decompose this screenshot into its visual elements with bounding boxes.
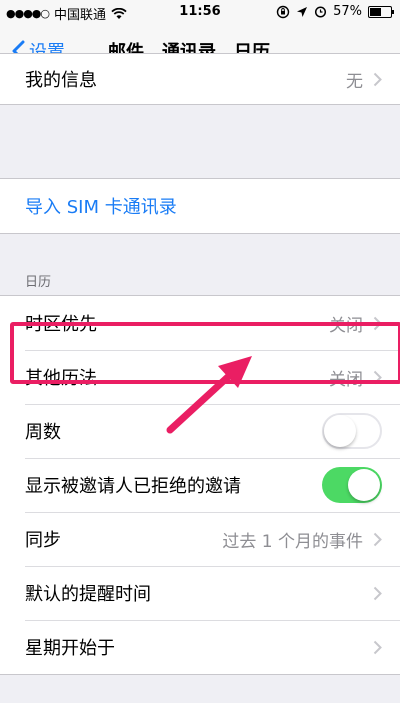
row-my-info[interactable]: 我的信息 无	[0, 54, 400, 104]
show-declined-toggle[interactable]	[322, 467, 382, 503]
row-value: 关闭	[329, 369, 363, 390]
row-label: 显示被邀请人已拒绝的邀请	[25, 476, 241, 497]
status-right: 57%	[276, 4, 394, 19]
chevron-right-icon	[373, 370, 382, 384]
row-show-declined: 显示被邀请人已拒绝的邀请	[0, 458, 400, 512]
chevron-right-icon	[373, 316, 382, 330]
chevron-right-icon	[373, 532, 382, 546]
row-start-week-on[interactable]: 星期开始于	[0, 620, 400, 674]
group-my-info: 我的信息 无	[0, 53, 400, 105]
row-label: 周数	[25, 422, 61, 443]
row-alternate-calendars[interactable]: 其他历法 关闭	[0, 350, 400, 404]
row-label: 同步	[25, 530, 61, 551]
row-value: 无	[346, 71, 363, 92]
settings-content: 我的信息 无 导入 SIM 卡通讯录 日历 时区优先 关闭 其他历法 关闭 周数…	[0, 53, 400, 675]
row-label: 默认的提醒时间	[25, 584, 151, 605]
group-import: 导入 SIM 卡通讯录	[0, 178, 400, 234]
battery-percent: 57%	[333, 4, 362, 19]
chevron-right-icon	[373, 72, 382, 86]
row-value: 过去 1 个月的事件	[222, 531, 363, 552]
row-label: 星期开始于	[25, 638, 115, 659]
battery-icon	[368, 5, 394, 18]
row-week-numbers: 周数	[0, 404, 400, 458]
row-timezone-override[interactable]: 时区优先 关闭	[0, 296, 400, 350]
section-header-calendar: 日历	[25, 275, 52, 290]
toggle-knob	[348, 469, 380, 501]
week-numbers-toggle[interactable]	[322, 413, 382, 449]
row-label: 时区优先	[25, 314, 97, 335]
group-calendar: 时区优先 关闭 其他历法 关闭 周数 显示被邀请人已拒绝的邀请 同步 过去 1 …	[0, 295, 400, 675]
row-default-alert-times[interactable]: 默认的提醒时间	[0, 566, 400, 620]
chevron-right-icon	[373, 640, 382, 654]
alarm-icon	[315, 6, 327, 18]
toggle-knob	[324, 415, 356, 447]
location-icon	[297, 6, 308, 17]
row-label: 其他历法	[25, 368, 97, 389]
row-value: 关闭	[329, 315, 363, 336]
row-import-sim[interactable]: 导入 SIM 卡通讯录	[0, 179, 400, 233]
rotation-lock-icon	[276, 5, 290, 18]
status-bar: ●●●●○ 中国联通 11:56 57%	[0, 0, 400, 26]
chevron-right-icon	[373, 586, 382, 600]
row-label: 我的信息	[25, 70, 97, 91]
import-sim-link: 导入 SIM 卡通讯录	[25, 197, 177, 218]
row-sync[interactable]: 同步 过去 1 个月的事件	[0, 512, 400, 566]
